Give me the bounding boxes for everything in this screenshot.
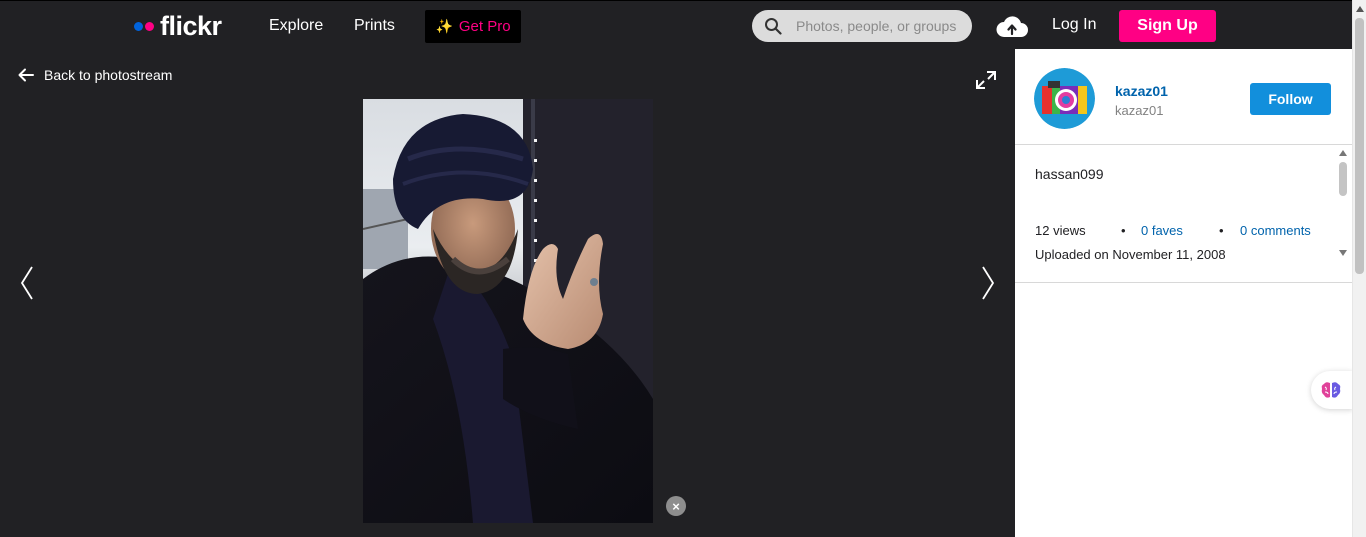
photo-info-sidebar: kazaz01 kazaz01 Follow hassan099 12 view… (1015, 49, 1353, 537)
search-input[interactable] (796, 16, 966, 36)
photo-title: hassan099 (1035, 166, 1104, 182)
page-scroll-thumb[interactable] (1355, 18, 1364, 274)
signup-button[interactable]: Sign Up (1119, 10, 1216, 42)
nav-explore-link[interactable]: Explore (269, 16, 323, 36)
main-photo[interactable] (363, 99, 653, 523)
bullet-separator: • (1219, 223, 1224, 238)
divider (1015, 282, 1352, 283)
logo-pink-dot (145, 21, 154, 31)
back-label: Back to photostream (44, 67, 173, 83)
owner-avatar[interactable] (1034, 68, 1095, 129)
scroll-thumb[interactable] (1339, 162, 1347, 196)
login-link[interactable]: Log In (1052, 16, 1096, 34)
close-overlay-button[interactable]: × (666, 496, 686, 516)
search-bar[interactable] (752, 10, 972, 42)
top-navigation-bar: flickr Explore Prints ✨ Get Pro Log In S… (0, 0, 1352, 49)
logo-blue-dot (134, 21, 143, 31)
brain-icon (1321, 382, 1341, 398)
arrow-left-icon (18, 68, 34, 82)
upload-date: Uploaded on November 11, 2008 (1035, 247, 1226, 262)
photo-image (363, 99, 653, 523)
logo-wordmark: flickr (160, 11, 222, 41)
next-photo-arrow-icon[interactable] (977, 263, 999, 303)
nav-prints-link[interactable]: Prints (354, 16, 395, 36)
comments-link[interactable]: 0 comments (1240, 223, 1311, 238)
views-count: 12 views (1035, 223, 1086, 238)
owner-username: kazaz01 (1115, 103, 1164, 118)
sparkle-icon: ✨ (435, 18, 453, 34)
flickr-logo[interactable]: flickr (134, 11, 222, 41)
back-to-photostream-link[interactable]: Back to photostream (18, 67, 172, 83)
search-icon (765, 18, 782, 35)
divider (1015, 144, 1352, 145)
page-scrollbar[interactable] (1352, 0, 1366, 537)
scroll-down-arrow-icon[interactable] (1339, 250, 1347, 256)
photo-viewer: Back to photostream × (0, 49, 1015, 537)
owner-name-link[interactable]: kazaz01 (1115, 83, 1168, 99)
brain-extension-button[interactable] (1311, 371, 1353, 409)
flickr-photo-page: flickr Explore Prints ✨ Get Pro Log In S… (0, 0, 1366, 537)
upload-cloud-icon[interactable] (995, 13, 1029, 39)
previous-photo-arrow-icon[interactable] (16, 263, 38, 303)
info-panel-scrollbar[interactable] (1337, 150, 1349, 262)
bullet-separator: • (1121, 223, 1126, 238)
camera-avatar-icon (1034, 68, 1095, 129)
page-scroll-up-arrow-icon[interactable] (1356, 6, 1364, 12)
follow-button[interactable]: Follow (1250, 83, 1331, 115)
scroll-up-arrow-icon[interactable] (1339, 150, 1347, 156)
faves-link[interactable]: 0 faves (1141, 223, 1183, 238)
get-pro-label: Get Pro (458, 18, 511, 35)
get-pro-button[interactable]: ✨ Get Pro (425, 10, 521, 43)
fullscreen-expand-icon[interactable] (973, 68, 999, 92)
